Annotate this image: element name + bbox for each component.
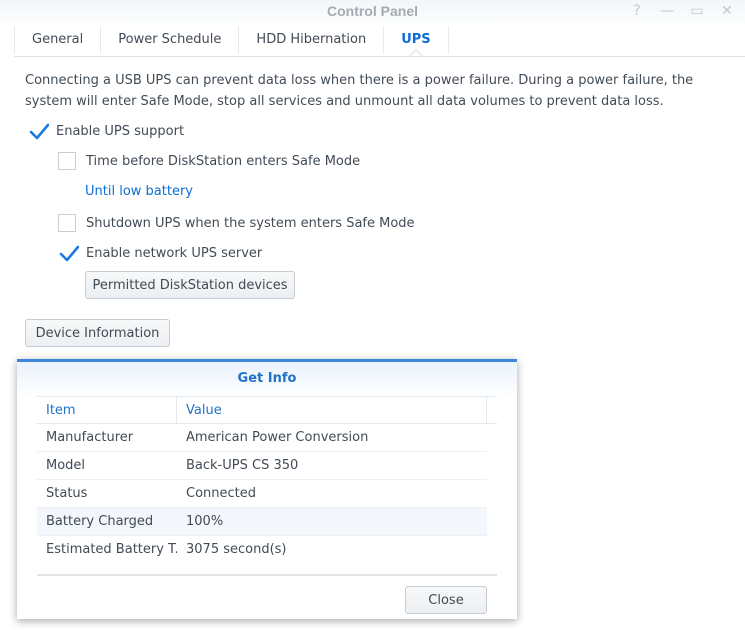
dialog-footer-divider xyxy=(37,574,497,576)
shutdown-ups-checkbox[interactable] xyxy=(58,214,76,232)
cell-item: Estimated Battery T... xyxy=(46,542,177,557)
network-ups-row[interactable]: Enable network UPS server xyxy=(58,244,262,262)
title-bar: Control Panel ? — ▭ ✕ xyxy=(0,0,745,24)
tab-label: General xyxy=(32,32,84,47)
cell-item: Battery Charged xyxy=(46,514,154,529)
time-before-safe-mode-checkbox[interactable] xyxy=(58,152,76,170)
tab-label: UPS xyxy=(401,32,431,47)
tab-ups[interactable]: UPS xyxy=(383,26,449,64)
cell-item: Model xyxy=(46,458,86,473)
time-before-safe-mode-row[interactable]: Time before DiskStation enters Safe Mode xyxy=(58,152,360,170)
until-low-battery-link[interactable]: Until low battery xyxy=(85,184,193,199)
enable-ups-row[interactable]: Enable UPS support xyxy=(28,122,184,140)
permitted-devices-button[interactable]: Permitted DiskStation devices xyxy=(85,271,295,299)
get-info-dialog: Get Info Item Value Manufacturer America… xyxy=(17,359,517,619)
network-ups-label: Enable network UPS server xyxy=(86,245,263,261)
table-row[interactable]: Battery Charged 100% xyxy=(37,508,487,536)
cell-value: American Power Conversion xyxy=(186,430,369,445)
enable-ups-label: Enable UPS support xyxy=(56,123,185,139)
tab-power-schedule[interactable]: Power Schedule xyxy=(100,26,238,54)
dialog-title: Get Info xyxy=(17,362,517,396)
cell-value: Connected xyxy=(186,486,257,501)
checkmark-icon xyxy=(59,245,79,262)
tab-label: Power Schedule xyxy=(118,32,222,47)
table-row[interactable]: Model Back-UPS CS 350 xyxy=(37,452,487,480)
network-ups-checkbox[interactable] xyxy=(58,244,79,262)
info-grid: Item Value Manufacturer American Power C… xyxy=(37,396,497,564)
cell-item: Manufacturer xyxy=(46,430,134,445)
shutdown-ups-row[interactable]: Shutdown UPS when the system enters Safe… xyxy=(58,214,415,232)
table-row[interactable]: Status Connected xyxy=(37,480,487,508)
grid-header: Item Value xyxy=(37,396,497,424)
minimize-icon[interactable]: — xyxy=(659,3,675,19)
table-row[interactable]: Estimated Battery T... 3075 second(s) xyxy=(37,536,487,564)
column-header-value[interactable]: Value xyxy=(177,397,487,423)
time-before-safe-mode-label: Time before DiskStation enters Safe Mode xyxy=(86,153,361,169)
tab-label: HDD Hibernation xyxy=(256,32,367,47)
device-information-button[interactable]: Device Information xyxy=(25,319,170,347)
help-icon[interactable]: ? xyxy=(629,3,645,19)
tab-hdd-hibernation[interactable]: HDD Hibernation xyxy=(238,26,383,54)
close-button[interactable]: Close xyxy=(405,586,487,614)
column-header-item[interactable]: Item xyxy=(37,397,177,423)
tab-general[interactable]: General xyxy=(14,26,100,54)
maximize-icon[interactable]: ▭ xyxy=(689,3,705,19)
cell-value: 3075 second(s) xyxy=(186,542,287,557)
cell-item: Status xyxy=(46,486,88,501)
close-icon[interactable]: ✕ xyxy=(719,3,735,19)
enable-ups-checkbox[interactable] xyxy=(28,122,49,140)
window-controls: ? — ▭ ✕ xyxy=(629,3,735,19)
ups-description: Connecting a USB UPS can prevent data lo… xyxy=(25,73,694,109)
table-row[interactable]: Manufacturer American Power Conversion xyxy=(37,424,487,452)
tab-bar: General Power Schedule HDD Hibernation U… xyxy=(14,26,745,64)
tabs-divider xyxy=(14,56,745,57)
cell-value: 100% xyxy=(186,514,224,529)
shutdown-ups-label: Shutdown UPS when the system enters Safe… xyxy=(86,215,415,231)
cell-value: Back-UPS CS 350 xyxy=(186,458,299,473)
column-header-spacer xyxy=(487,397,497,423)
checkmark-icon xyxy=(29,123,49,140)
